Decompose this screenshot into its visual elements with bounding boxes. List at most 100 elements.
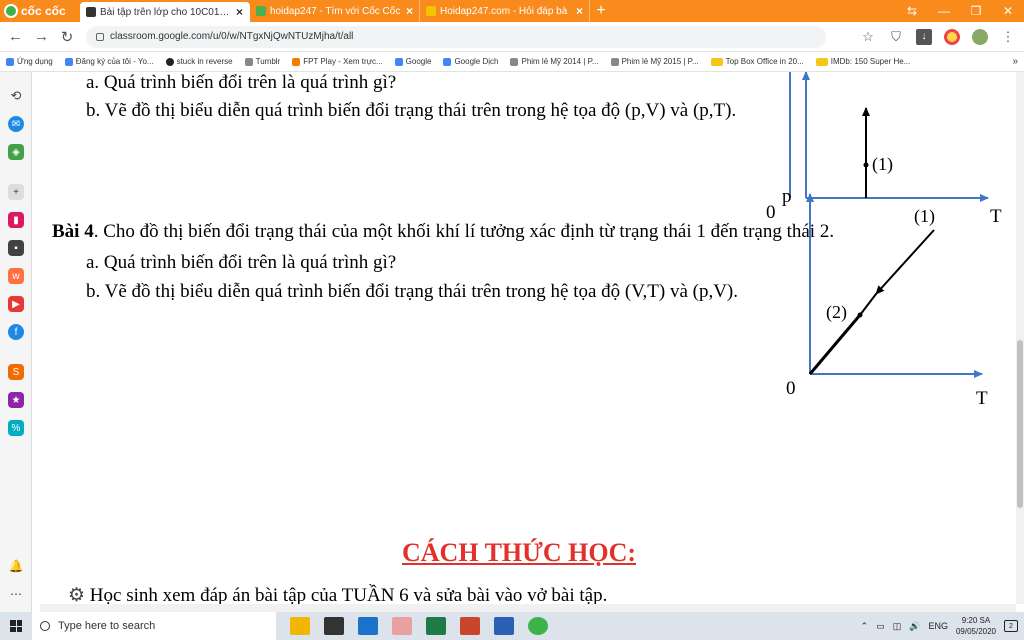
volume-icon[interactable]: 🔊 xyxy=(909,621,920,632)
tab-menu-icon[interactable]: ⇆ xyxy=(896,4,928,18)
coccoc-favicon-icon xyxy=(256,6,266,16)
start-button[interactable] xyxy=(0,612,32,640)
bookmark-apps[interactable]: Ứng dụng xyxy=(6,57,53,66)
fpt-play-icon xyxy=(292,57,301,66)
browser-brand[interactable]: cốc cốc xyxy=(0,0,80,22)
shopping-icon[interactable]: ▮ xyxy=(8,212,24,228)
graph-bottom-point1-label: (1) xyxy=(914,206,935,227)
google-icon xyxy=(394,57,403,66)
graph-top-y-label: p xyxy=(782,186,792,207)
bookmark-item[interactable]: Phim lẻ Mỹ 2015 | P... xyxy=(610,57,699,66)
photos-icon[interactable] xyxy=(392,617,412,635)
graph-bottom-x-label: T xyxy=(976,388,988,409)
bell-icon[interactable]: 🔔 xyxy=(8,558,24,574)
tumblr-icon xyxy=(165,57,174,66)
address-bar: ← → ↻ classroom.google.com/u/0/w/NTgxNjQ… xyxy=(0,22,1024,52)
mail-icon[interactable] xyxy=(358,617,378,635)
facebook-icon[interactable]: f xyxy=(8,324,24,340)
bookmark-item[interactable]: stuck in reverse xyxy=(165,57,233,66)
close-tab-icon[interactable]: × xyxy=(236,5,243,19)
search-placeholder: Type here to search xyxy=(58,620,156,632)
tab-hoidap247[interactable]: Hoidap247.com - Hỏi đáp bà × xyxy=(420,0,590,22)
star-icon[interactable]: ☆ xyxy=(860,29,876,45)
taskbar-search-input[interactable]: Type here to search xyxy=(32,612,276,640)
minimize-button[interactable]: — xyxy=(928,4,960,18)
bookmark-item[interactable]: Google Dịch xyxy=(443,57,498,66)
history-icon[interactable]: ⟲ xyxy=(8,88,24,104)
settings-gear-icon[interactable]: ⚙ xyxy=(68,585,90,604)
scrollbar-thumb[interactable] xyxy=(1017,340,1023,508)
settings-dots-icon[interactable]: ⋯ xyxy=(8,586,24,602)
graph-bottom-process-line-tail xyxy=(859,293,877,316)
shopee-icon[interactable]: S xyxy=(8,364,24,380)
brand-name: cốc cốc xyxy=(21,4,66,18)
graph-bottom-origin: 0 xyxy=(786,378,796,399)
tumblr-icon xyxy=(244,57,253,66)
reload-icon[interactable]: ↻ xyxy=(60,28,74,46)
horizontal-scrollbar[interactable] xyxy=(40,604,1016,612)
tab-title: Hoidap247.com - Hỏi đáp bà xyxy=(440,5,568,17)
graph-top-point-label: (1) xyxy=(872,154,893,175)
graph-bottom-point-2 xyxy=(857,312,863,318)
add-icon[interactable]: + xyxy=(8,184,24,200)
forward-arrow-icon[interactable]: → xyxy=(34,28,49,45)
clock[interactable]: 9:20 SA 09/05/2020 xyxy=(956,615,996,637)
promo-icon[interactable]: ★ xyxy=(8,392,24,408)
restore-button[interactable]: ❐ xyxy=(960,4,992,18)
back-arrow-icon[interactable]: ← xyxy=(8,28,23,45)
close-tab-icon[interactable]: × xyxy=(576,4,583,18)
graphs-layer: (1) 0 p T (1) (2) 0 T xyxy=(766,72,1002,409)
word-icon[interactable] xyxy=(494,617,514,635)
store-icon[interactable] xyxy=(324,617,344,635)
section-heading: CÁCH THỨC HỌC: xyxy=(402,538,636,567)
close-window-button[interactable]: ✕ xyxy=(992,4,1024,18)
new-tab-button[interactable]: + xyxy=(590,0,612,22)
search-icon xyxy=(40,621,50,631)
document-page: a. Quá trình biến đổi trên là quá trình … xyxy=(40,72,1016,604)
powerpoint-icon[interactable] xyxy=(460,617,480,635)
bookmark-item[interactable]: Phim lẻ Mỹ 2014 | P... xyxy=(510,57,599,66)
clock-time: 9:20 SA xyxy=(961,616,991,625)
instruction-line: ⚙ Học sinh xem đáp án bài tập của TUẦN 6… xyxy=(68,585,608,604)
chrome-extension-icon[interactable] xyxy=(944,28,960,45)
bookmark-item[interactable]: Google xyxy=(394,57,431,66)
download-icon[interactable]: ↓ xyxy=(916,28,932,45)
browser-sidebar: ⟲ ✉ ◈ + ▮ ▪ w ▶ f S ★ % 🔔 ⋯ xyxy=(0,72,32,612)
network-icon[interactable]: ◫ xyxy=(893,621,902,632)
imdb-icon xyxy=(815,57,828,66)
close-tab-icon[interactable]: × xyxy=(406,4,413,18)
coccoc-taskbar-icon[interactable] xyxy=(528,617,548,635)
bookmark-item[interactable]: Đăng ký của tôi - Yo... xyxy=(64,57,154,66)
avatar[interactable] xyxy=(972,28,988,45)
tab-hoidap-search[interactable]: hoidap247 - Tìm với Cốc Cốc × xyxy=(250,0,420,22)
battery-icon[interactable]: ▭ xyxy=(876,621,885,632)
tray-chevron-icon[interactable]: ⌃ xyxy=(861,621,869,632)
graph-bottom-point2-label: (2) xyxy=(826,302,847,323)
youtube-icon[interactable]: ▶ xyxy=(8,296,24,312)
toolbar-buttons: ☆ ⛉ ↓ ⋮ xyxy=(860,28,1016,45)
flame-icon[interactable]: w xyxy=(8,268,24,284)
language-indicator[interactable]: ENG xyxy=(928,621,948,631)
tab-bar: cốc cốc Bài tập trên lớp cho 10C01 - T ×… xyxy=(0,0,1024,22)
file-explorer-icon[interactable] xyxy=(290,617,310,635)
tab-classroom[interactable]: Bài tập trên lớp cho 10C01 - T × xyxy=(80,2,250,22)
shield-icon[interactable]: ⛉ xyxy=(888,29,904,45)
bookmark-item[interactable]: IMDb: 150 Super He... xyxy=(815,57,910,66)
taskbar-apps xyxy=(290,617,548,635)
notification-center-icon[interactable]: 2 xyxy=(1004,620,1018,632)
game-icon[interactable]: ◈ xyxy=(8,144,24,160)
vertical-scrollbar[interactable] xyxy=(1016,72,1024,604)
messenger-icon[interactable]: ✉ xyxy=(8,116,24,132)
bookmark-item[interactable]: Tumblr xyxy=(244,57,280,66)
bookmarks-overflow-button[interactable]: » xyxy=(1012,56,1018,67)
google-icon xyxy=(64,57,73,66)
news-icon[interactable]: ▪ xyxy=(8,240,24,256)
menu-dots-icon[interactable]: ⋮ xyxy=(1000,29,1016,45)
movie-site-icon xyxy=(510,57,519,66)
bookmark-item[interactable]: FPT Play - Xem trực... xyxy=(292,57,383,66)
excel-icon[interactable] xyxy=(426,617,446,635)
bookmark-item[interactable]: Top Box Office in 20... xyxy=(710,57,804,66)
discount-icon[interactable]: % xyxy=(8,420,24,436)
imdb-icon xyxy=(710,57,723,66)
url-input[interactable]: classroom.google.com/u/0/w/NTgxNjQwNTUzM… xyxy=(86,25,826,48)
